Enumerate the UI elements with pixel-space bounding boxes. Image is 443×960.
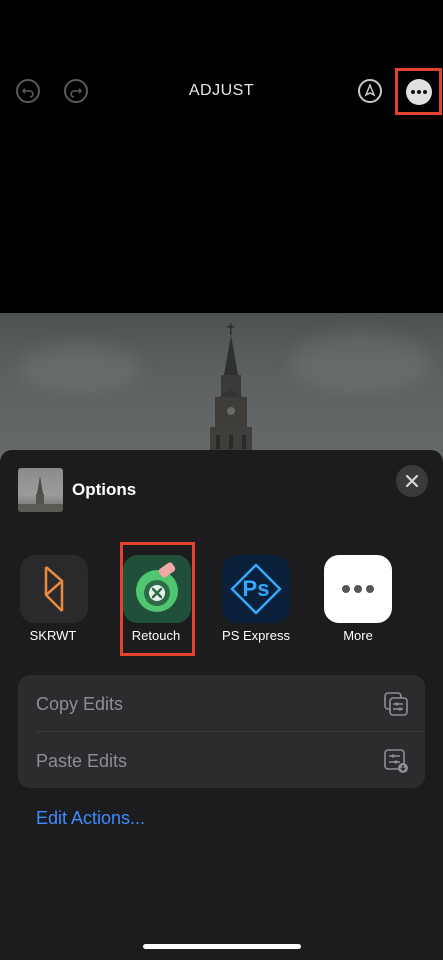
markup-icon [364, 84, 376, 97]
top-toolbar: ADJUST [0, 0, 443, 190]
more-apps-icon [342, 585, 374, 593]
edit-actions-card: Copy Edits Paste Edits [18, 675, 425, 788]
paste-edits-row[interactable]: Paste Edits [18, 732, 425, 788]
app-label-more: More [343, 628, 373, 643]
edit-actions-link[interactable]: Edit Actions... [36, 808, 145, 829]
photo-preview [0, 313, 443, 473]
photo-thumbnail [18, 468, 63, 512]
church-tower-image [210, 323, 252, 473]
skrwt-app-button[interactable] [20, 555, 88, 623]
highlight-box-retouch [120, 542, 195, 656]
copy-edits-icon [384, 692, 408, 716]
sheet-title: Options [72, 480, 137, 499]
home-indicator [143, 944, 301, 949]
copy-edits-label: Copy Edits [36, 694, 124, 714]
app-label-ps-express: PS Express [222, 628, 290, 643]
app-label-skrwt: SKRWT [29, 628, 77, 643]
highlight-box-more [395, 68, 442, 115]
close-icon [405, 474, 419, 488]
skrwt-app-icon [44, 566, 64, 612]
paste-edits-label: Paste Edits [36, 751, 128, 771]
more-apps-button[interactable] [324, 555, 392, 623]
ps-express-app-button[interactable]: Ps [222, 555, 290, 623]
close-button[interactable] [396, 465, 428, 497]
ps-logo-text: Ps [242, 576, 270, 601]
markup-button[interactable] [358, 79, 382, 103]
paste-edits-icon [384, 749, 408, 773]
copy-edits-row[interactable]: Copy Edits [18, 675, 425, 731]
